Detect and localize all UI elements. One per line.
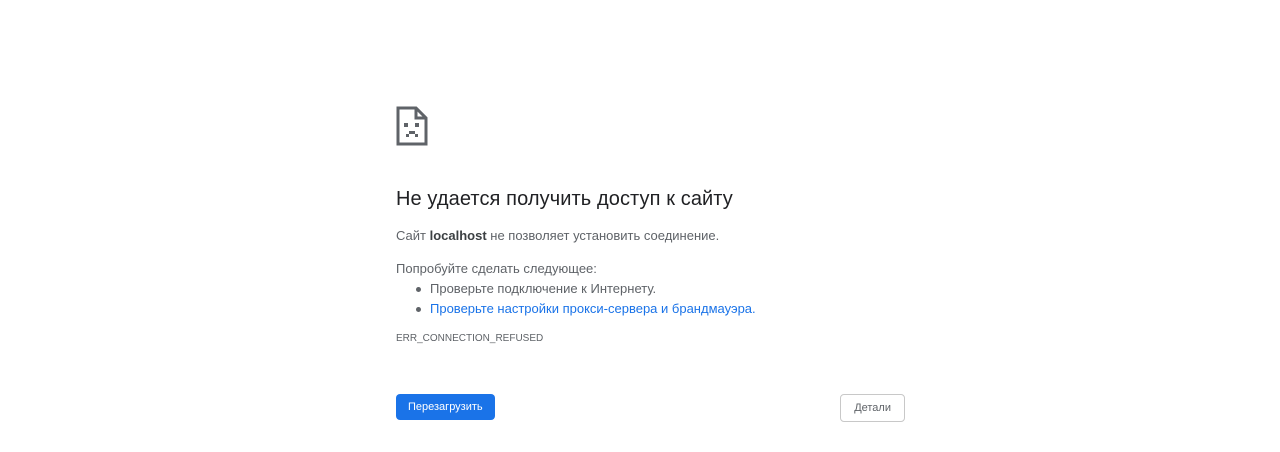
suggestion-check-proxy: Проверьте настройки прокси-сервера и бра… — [416, 299, 906, 319]
sad-document-icon — [396, 106, 428, 146]
error-page: Не удается получить доступ к сайту Сайт … — [0, 0, 1280, 452]
suggestions-list: Проверьте подключение к Интернету. Прове… — [396, 279, 906, 319]
summary-prefix: Сайт — [396, 228, 430, 243]
button-bar: Перезагрузить Детали — [396, 394, 906, 422]
error-content: Не удается получить доступ к сайту Сайт … — [396, 106, 906, 346]
proxy-firewall-link[interactable]: Проверьте настройки прокси-сервера и бра… — [430, 301, 756, 316]
summary-suffix: не позволяет установить соединение. — [486, 228, 720, 243]
host-name: localhost — [429, 228, 487, 243]
page-title: Не удается получить доступ к сайту — [396, 188, 733, 210]
reload-button[interactable]: Перезагрузить — [396, 394, 495, 420]
details-button[interactable]: Детали — [840, 394, 905, 422]
suggestions-heading: Попробуйте сделать следующее: — [396, 261, 597, 276]
suggestion-text: Проверьте подключение к Интернету. — [430, 281, 657, 296]
suggestion-check-connection: Проверьте подключение к Интернету. — [416, 279, 906, 299]
error-code: ERR_CONNECTION_REFUSED — [396, 333, 544, 344]
error-summary: Сайт localhost не позволяет установить с… — [396, 226, 906, 246]
